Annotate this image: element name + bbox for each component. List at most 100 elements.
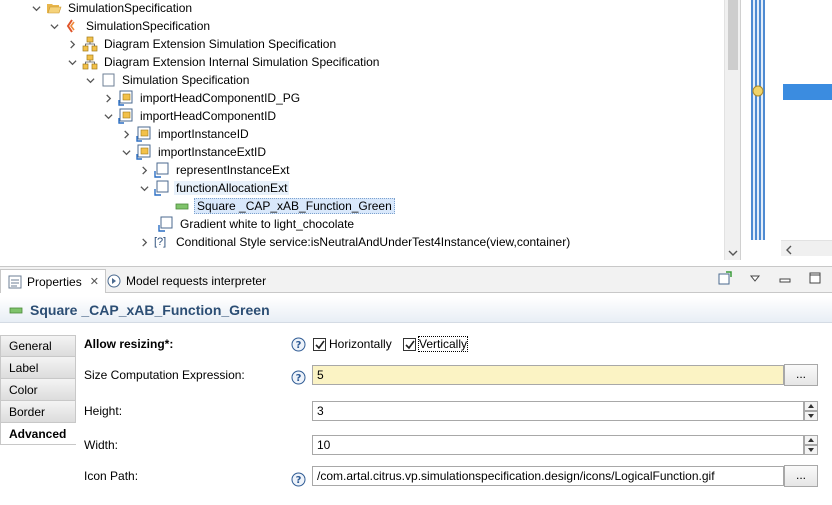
- container-mapping-icon: [136, 126, 152, 142]
- icon-path-row: Icon Path:: [84, 464, 138, 488]
- node-mapping-icon: [154, 180, 170, 196]
- section-tabs: General Label Color Border Advanced: [0, 335, 76, 445]
- height-label: Height:: [84, 404, 123, 418]
- maximize-icon[interactable]: [808, 271, 822, 285]
- layer-icon: [100, 72, 116, 88]
- tree-row-label: importHeadComponentID_PG: [140, 91, 301, 105]
- chevron-down-icon[interactable]: [84, 71, 96, 89]
- tree-row-function-allocation-ext[interactable]: functionAllocationExt: [138, 179, 290, 197]
- tree-row-import-head-component-pg[interactable]: importHeadComponentID_PG: [102, 89, 302, 107]
- tab-properties[interactable]: Properties ✕: [0, 269, 106, 293]
- minimize-icon[interactable]: [778, 271, 792, 285]
- chevron-down-icon[interactable]: [30, 0, 42, 17]
- help-icon[interactable]: ?: [291, 337, 306, 352]
- icon-path-input[interactable]: /com.artal.citrus.vp.simulationspecifica…: [312, 466, 784, 486]
- chevron-down-icon[interactable]: [138, 179, 150, 197]
- page-title: Square _CAP_xAB_Function_Green: [30, 301, 270, 318]
- help-icon[interactable]: ?: [291, 370, 306, 385]
- tree-row-simulation-specification-layer[interactable]: Simulation Specification: [84, 71, 251, 89]
- tab-model-requests-interpreter[interactable]: Model requests interpreter: [100, 269, 272, 293]
- tree-row-label: SimulationSpecification: [68, 1, 193, 15]
- chevron-down-icon[interactable]: [120, 143, 132, 161]
- height-row: Height:: [84, 399, 122, 423]
- tree-row-represent-instance-ext[interactable]: representInstanceExt: [138, 161, 291, 179]
- container-mapping-icon: [118, 90, 134, 106]
- tree-row-square-style[interactable]: Square _CAP_xAB_Function_Green: [174, 197, 395, 215]
- tab-color[interactable]: Color: [0, 379, 76, 401]
- tab-label: Model requests interpreter: [126, 274, 267, 288]
- increment-arrow-icon[interactable]: [804, 401, 818, 411]
- width-input[interactable]: 10: [312, 435, 804, 455]
- tree-row-import-instance[interactable]: importInstanceID: [120, 125, 251, 143]
- vertically-checkbox[interactable]: Vertically: [403, 335, 469, 353]
- square-style-icon: [174, 198, 190, 214]
- checkbox-label: Vertically: [417, 336, 469, 352]
- tab-advanced[interactable]: Advanced: [0, 423, 76, 445]
- height-input[interactable]: 3: [312, 401, 804, 421]
- tree-row-label: Gradient white to light_chocolate: [180, 217, 355, 231]
- decrement-arrow-icon[interactable]: [804, 411, 818, 421]
- help-icon[interactable]: ?: [291, 472, 306, 487]
- size-expression-browse-button[interactable]: ...: [784, 364, 818, 386]
- container-mapping-icon: [136, 144, 152, 160]
- icon-path-browse-button[interactable]: ...: [784, 465, 818, 487]
- increment-arrow-icon[interactable]: [804, 435, 818, 445]
- allow-resizing-label: Allow resizing*:: [84, 337, 174, 351]
- checkbox-box[interactable]: [403, 337, 416, 351]
- chevron-down-icon[interactable]: [728, 247, 738, 257]
- tree-row-import-head-component[interactable]: importHeadComponentID: [102, 107, 278, 125]
- chevron-down-icon[interactable]: [48, 17, 60, 35]
- tree-row-import-instance-ext[interactable]: importInstanceExtID: [120, 143, 268, 161]
- tree-row-label: importInstanceID: [158, 127, 249, 141]
- chevron-right-icon[interactable]: [138, 233, 150, 251]
- tree-row-label: Square _CAP_xAB_Function_Green: [194, 198, 395, 214]
- height-stepper[interactable]: [804, 401, 818, 421]
- chevron-down-icon[interactable]: [66, 53, 78, 71]
- scrollbar-thumb[interactable]: [728, 0, 738, 70]
- chevron-down-icon[interactable]: [102, 107, 114, 125]
- overview-horizontal-scrollbar[interactable]: [781, 240, 832, 256]
- tree-row-gradient-style[interactable]: Gradient white to light_chocolate: [158, 215, 356, 233]
- size-expression-input[interactable]: 5: [312, 365, 784, 385]
- chevron-right-icon[interactable]: [138, 161, 150, 179]
- tree-row-label: Conditional Style service:isNeutralAndUn…: [176, 235, 571, 249]
- svg-text:?: ?: [296, 373, 302, 384]
- interpreter-icon: [106, 273, 122, 289]
- tab-general[interactable]: General: [0, 335, 76, 357]
- tree-row-conditional-style[interactable]: [?] Conditional Style service:isNeutralA…: [138, 233, 572, 251]
- chevron-right-icon[interactable]: [120, 125, 132, 143]
- tree-row-diagram-extension[interactable]: Diagram Extension Simulation Specificati…: [66, 35, 338, 53]
- warning-marker-icon: [751, 84, 765, 98]
- tree-vertical-scrollbar[interactable]: [724, 0, 740, 260]
- model-tree[interactable]: SimulationSpecification SimulationSpecif…: [0, 0, 740, 260]
- tree-row-label: importInstanceExtID: [158, 145, 267, 159]
- tab-label[interactable]: Label: [0, 357, 76, 379]
- diagram-extension-icon: [82, 36, 98, 52]
- tree-row-viewpoint[interactable]: SimulationSpecification: [48, 17, 212, 35]
- view-menu-icon[interactable]: [748, 271, 762, 285]
- size-expression-row: Size Computation Expression:: [84, 363, 245, 387]
- tree-row-simulation-specification-folder[interactable]: SimulationSpecification: [30, 0, 194, 17]
- pin-view-icon[interactable]: [718, 271, 732, 285]
- checkbox-box[interactable]: [313, 337, 326, 351]
- width-row: Width:: [84, 433, 118, 457]
- overview-panel[interactable]: [740, 0, 832, 260]
- overview-viewport-bar[interactable]: [783, 84, 832, 100]
- chevron-right-icon[interactable]: [66, 35, 78, 53]
- chevron-left-icon[interactable]: [784, 244, 794, 255]
- decrement-arrow-icon[interactable]: [804, 445, 818, 455]
- checkbox-label: Horizontally: [329, 337, 392, 351]
- sirius-viewpoint-icon: [64, 18, 80, 34]
- tree-row-label: importHeadComponentID: [140, 109, 277, 123]
- tab-border[interactable]: Border: [0, 401, 76, 423]
- chevron-right-icon[interactable]: [102, 89, 114, 107]
- close-icon[interactable]: ✕: [90, 275, 99, 288]
- view-toolbar: [718, 271, 822, 285]
- tree-row-label: SimulationSpecification: [86, 19, 211, 33]
- container-mapping-icon: [118, 108, 134, 124]
- allow-resizing-row: Allow resizing*:: [84, 332, 173, 356]
- square-style-icon: [8, 302, 24, 318]
- tree-row-diagram-extension-internal[interactable]: Diagram Extension Internal Simulation Sp…: [66, 53, 381, 71]
- horizontally-checkbox[interactable]: Horizontally: [313, 335, 392, 353]
- width-stepper[interactable]: [804, 435, 818, 455]
